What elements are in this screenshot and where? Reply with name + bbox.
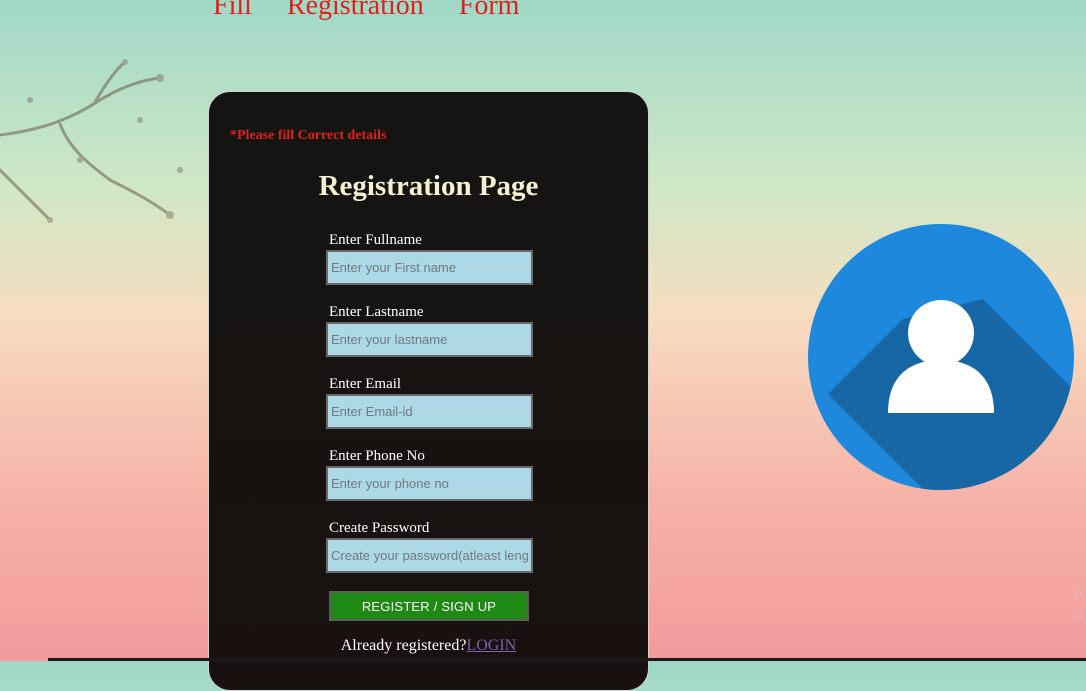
password-label: Create Password xyxy=(329,520,430,536)
branch-decoration xyxy=(0,59,183,223)
phone-label: Enter Phone No xyxy=(329,448,425,464)
lastname-input[interactable] xyxy=(326,322,533,357)
email-input[interactable] xyxy=(326,394,533,429)
email-label: Enter Email xyxy=(329,376,402,392)
form-heading: Registration Page xyxy=(318,170,539,202)
register-button[interactable]: REGISTER / SIGN UP xyxy=(329,591,529,621)
password-field: Create Password xyxy=(326,519,536,573)
fullname-field: Enter Fullname xyxy=(326,231,536,285)
lastname-label: Enter Lastname xyxy=(329,304,424,320)
login-prompt: Already registered?LOGIN xyxy=(209,637,648,655)
phone-input[interactable] xyxy=(326,466,533,501)
email-field: Enter Email xyxy=(326,375,536,429)
login-link[interactable]: LOGIN xyxy=(466,637,516,654)
password-input[interactable] xyxy=(326,538,533,573)
fullname-label: Enter Fullname xyxy=(329,232,422,248)
fullname-input[interactable] xyxy=(326,250,533,285)
already-registered-text: Already registered? xyxy=(340,637,467,654)
phone-field: Enter Phone No xyxy=(326,447,536,501)
registration-card: *Please fill Correct details Registratio… xyxy=(208,91,649,691)
watermark-line-2: G xyxy=(1073,607,1084,622)
lastname-field: Enter Lastname xyxy=(326,303,536,357)
warning-message: *Please fill Correct details xyxy=(230,128,387,143)
watermark-line-1: A xyxy=(1073,586,1084,603)
watermark: A G xyxy=(1073,585,1084,625)
page-title: Fill Registration Form xyxy=(213,0,520,21)
user-avatar-icon xyxy=(808,224,1074,490)
